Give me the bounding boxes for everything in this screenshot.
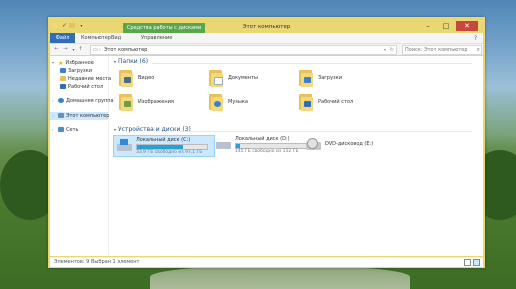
desktop-icon [60, 84, 66, 89]
address-bar[interactable]: ▭ › Этот компьютер › ▾ ↻ [90, 45, 397, 55]
network-icon [58, 127, 64, 132]
sidebar-item-homegroup[interactable]: › Домашняя группа [52, 97, 114, 105]
drive-d[interactable]: Локальный диск (D:) 145 ГБ свободно из 1… [213, 135, 313, 155]
drive-free-space: 145 ГБ свободно из 152 ГБ [235, 149, 299, 154]
sidebar-item-label: Домашняя группа [66, 98, 114, 104]
group-header-folders[interactable]: ▾ Папки (6) [114, 58, 148, 66]
group-divider [152, 63, 472, 64]
breadcrumb-this-pc[interactable]: Этот компьютер [104, 46, 147, 54]
sidebar-item-label: Избранное [65, 60, 94, 66]
folder-downloads[interactable]: Загрузки [298, 69, 388, 89]
folder-label: Музыка [228, 99, 248, 105]
windows-drive-icon [117, 139, 132, 151]
maximize-button[interactable]: □ [438, 21, 454, 31]
desktop-folder-icon [298, 93, 314, 111]
breadcrumb-chevron[interactable]: › [143, 46, 145, 54]
sidebar-item-label: Сеть [66, 127, 79, 133]
tab-view[interactable]: Вид [111, 33, 121, 43]
folder-label: Изображения [138, 99, 174, 105]
music-folder-icon [208, 93, 224, 111]
folder-label: Видео [138, 75, 155, 81]
search-box[interactable]: ⌕ [402, 45, 482, 55]
dvd-drive-icon [306, 138, 321, 150]
drive-label: Локальный диск (D:) [235, 136, 290, 142]
computer-icon [58, 113, 64, 118]
homegroup-icon [58, 98, 64, 103]
close-button[interactable]: ✕ [456, 21, 478, 31]
title-bar[interactable]: ✓ ▾ Средства работы с дисками Этот компь… [48, 17, 485, 33]
search-input[interactable] [403, 46, 477, 54]
details-view-icon[interactable] [464, 259, 471, 266]
group-header-devices[interactable]: ▾ Устройства и диски (3) [114, 126, 191, 134]
ribbon-tabs: Файл Компьютер Вид Управление ? [50, 33, 483, 44]
sidebar-item-favorites[interactable]: ▾ ★ Избранное [52, 59, 94, 67]
refresh-icon[interactable]: ↻ [390, 46, 394, 54]
explorer-window: ✓ ▾ Средства работы с дисками Этот компь… [48, 17, 485, 268]
folder-documents[interactable]: Документы [208, 69, 298, 89]
recent-locations-icon[interactable]: ▾ [70, 46, 77, 53]
drive-free-space: 33,9 ГБ свободно из 97,1 ГБ [136, 150, 203, 155]
sidebar-item-network[interactable]: › Сеть [52, 126, 78, 134]
content-area: ▾ ★ Избранное Загрузки Недавние места Рабо… [50, 56, 483, 256]
drive-usage-fill [236, 144, 240, 148]
sidebar-item-label: Недавние места [68, 76, 112, 82]
sidebar-item-label: Рабочий стол [68, 84, 104, 90]
drive-label: Локальный диск (C:) [136, 137, 191, 143]
drive-e[interactable]: DVD-дисковод (E:) [303, 135, 403, 155]
address-toolbar: ← → ▾ ↑ ▭ › Этот компьютер › ▾ ↻ ⌕ [50, 44, 483, 55]
desktop-road [150, 265, 410, 289]
drive-usage-fill [137, 145, 183, 149]
tab-file[interactable]: Файл [50, 33, 75, 43]
file-list: ▾ Папки (6) Видео Документы Загрузки Изоб… [110, 56, 483, 256]
minimize-button[interactable]: – [420, 21, 436, 31]
recent-places-icon [60, 76, 66, 81]
hard-drive-icon [216, 138, 231, 150]
downloads-folder-icon [298, 69, 314, 87]
status-bar: Элементов: 9 Выбран 1 элемент [50, 257, 483, 267]
breadcrumb-sep-icon: › [99, 47, 101, 53]
computer-icon: ▭ [93, 47, 98, 53]
search-icon[interactable]: ⌕ [477, 46, 480, 54]
collapse-caret-icon[interactable]: ▾ [114, 59, 116, 64]
back-icon[interactable]: ← [53, 46, 60, 53]
star-icon: ★ [58, 60, 64, 67]
drive-label: DVD-дисковод (E:) [325, 141, 374, 147]
documents-folder-icon [208, 69, 224, 87]
group-title: Папки (6) [118, 58, 149, 65]
sidebar-item-desktop[interactable]: Рабочий стол [60, 83, 103, 91]
status-selection: Выбран 1 элемент [91, 259, 140, 265]
sidebar-item-recent[interactable]: Недавние места [60, 75, 111, 83]
folder-label: Загрузки [318, 75, 342, 81]
folder-label: Рабочий стол [318, 99, 354, 105]
folder-desktop[interactable]: Рабочий стол [298, 93, 388, 113]
folder-video[interactable]: Видео [118, 69, 208, 89]
downloads-icon [60, 68, 66, 73]
help-icon[interactable]: ? [474, 35, 477, 42]
forward-icon[interactable]: → [62, 46, 69, 53]
sidebar-item-this-pc[interactable]: › Этот компьютер [50, 112, 110, 120]
address-dropdown-icon[interactable]: ▾ [384, 46, 386, 54]
collapse-caret-icon[interactable]: ▾ [114, 127, 116, 132]
group-divider [180, 131, 472, 132]
large-icons-view-icon[interactable] [473, 259, 480, 266]
drive-c[interactable]: Локальный диск (C:) 33,9 ГБ свободно из … [113, 135, 215, 157]
folder-music[interactable]: Музыка [208, 93, 298, 113]
video-folder-icon [118, 69, 134, 87]
folder-label: Документы [228, 75, 258, 81]
up-icon[interactable]: ↑ [77, 46, 84, 53]
tab-manage[interactable]: Управление [141, 33, 172, 43]
navigation-pane: ▾ ★ Избранное Загрузки Недавние места Рабо… [50, 56, 114, 256]
sidebar-item-label: Этот компьютер [66, 113, 110, 119]
sidebar-item-label: Загрузки [68, 68, 92, 74]
tab-computer[interactable]: Компьютер [81, 33, 111, 43]
pictures-folder-icon [118, 93, 134, 111]
folder-pictures[interactable]: Изображения [118, 93, 208, 113]
sidebar-item-downloads[interactable]: Загрузки [60, 67, 92, 75]
status-item-count: Элементов: 9 [54, 259, 90, 265]
